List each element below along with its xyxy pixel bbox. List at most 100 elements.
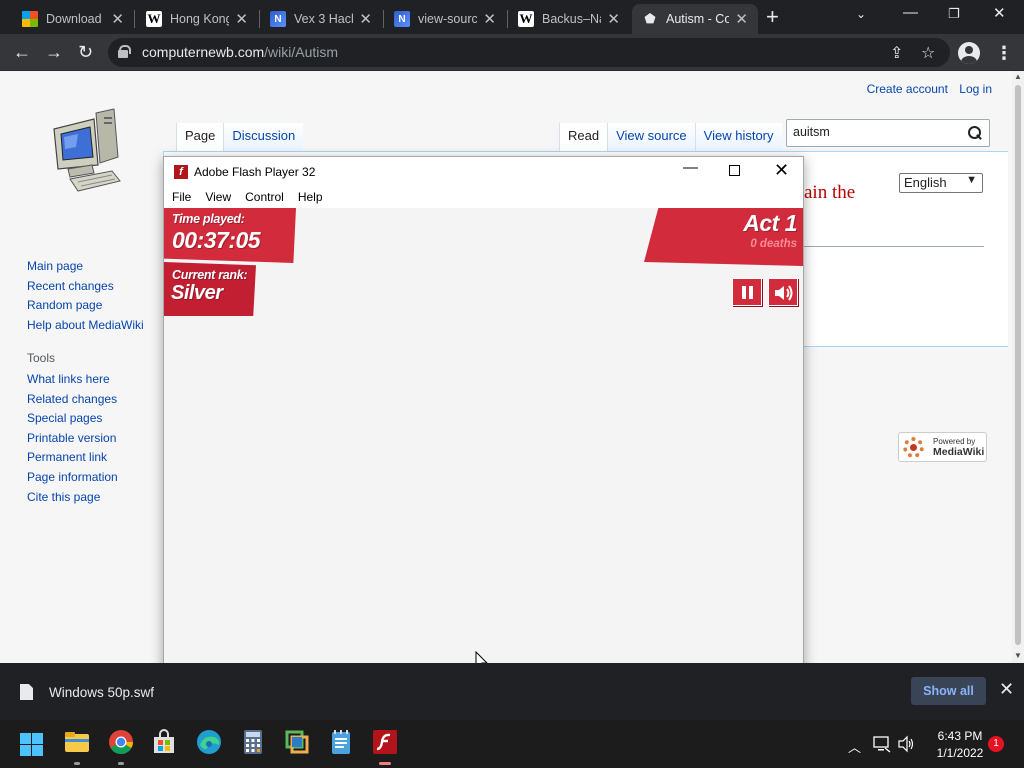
flash-logo-icon: f [174,165,188,179]
active-app-indicator [379,762,391,765]
sidebar-link[interactable]: Page information [27,468,118,488]
menu-view[interactable]: View [205,187,231,207]
time-played-banner: Time played: 00:37:05 [164,208,296,263]
sidebar-link[interactable]: Cite this page [27,488,118,508]
close-tab-icon[interactable]: ✕ [607,10,620,28]
tab-title: Download [46,12,102,26]
vmware-icon[interactable] [284,729,310,755]
chrome-icon[interactable] [108,729,134,755]
powered-by-text: Powered by [933,437,976,446]
sound-toggle-button[interactable] [768,278,798,306]
browser-tab-active[interactable]: ⬟ Autism - Co ✕ [632,4,758,34]
menu-help[interactable]: Help [298,187,323,207]
tab-title: view-source [418,12,478,26]
sidebar-link[interactable]: Recent changes [27,277,144,297]
flash-player-icon[interactable] [372,729,398,755]
volume-icon[interactable] [898,735,916,753]
browser-tab[interactable]: N Vex 3 Hacks ✕ [260,4,382,34]
chevron-up-icon[interactable]: ︿ [848,737,861,756]
tab-title: Vex 3 Hacks [294,12,353,26]
clock-time[interactable]: 6:43 PM [930,729,990,743]
more-menu-icon[interactable]: ⋮ [995,43,1013,63]
tab-read[interactable]: Read [559,123,608,151]
scroll-thumb[interactable] [1015,85,1021,645]
maximize-icon[interactable] [729,165,740,176]
edge-icon[interactable] [196,729,222,755]
browser-tab[interactable]: W Hong Kong ✕ [136,4,258,34]
close-icon[interactable]: ✕ [774,160,789,181]
browser-tab[interactable]: N view-source ✕ [384,4,506,34]
language-select[interactable]: English ▼ [899,173,983,193]
network-icon[interactable] [873,735,891,753]
browser-tab[interactable]: W Backus–Naur ✕ [508,4,630,34]
page-scrollbar[interactable]: ▲ ▼ [1012,71,1024,663]
browser-tab[interactable]: Download ✕ [12,4,134,34]
minimize-icon[interactable]: — [683,159,698,176]
sidebar-link[interactable]: Random page [27,296,144,316]
forward-arrow-icon[interactable]: → [45,41,63,63]
tab-discussion[interactable]: Discussion [223,123,304,151]
restore-icon[interactable]: ❐ [948,6,960,22]
windows-start-icon[interactable] [20,733,44,757]
new-tab-button[interactable]: + [766,6,779,28]
tab-view-source[interactable]: View source [607,123,695,151]
sidebar-link[interactable]: Permanent link [27,448,118,468]
url-text[interactable]: computernewb.com/wiki/Autism [142,44,338,60]
microsoft-store-icon[interactable] [151,729,177,755]
windows-logo-icon [22,11,38,27]
notification-badge[interactable]: 1 [988,736,1004,752]
powered-by-mediawiki-badge[interactable]: Powered by MediaWiki [898,432,987,462]
close-tab-icon[interactable]: ✕ [735,10,748,28]
menu-control[interactable]: Control [245,187,284,207]
close-tab-icon[interactable]: ✕ [359,10,372,28]
close-tab-icon[interactable]: ✕ [483,10,496,28]
clock-date[interactable]: 1/1/2022 [930,746,990,760]
minimize-icon[interactable]: — [903,4,918,21]
calculator-icon[interactable] [240,729,266,755]
log-in-link[interactable]: Log in [959,82,992,96]
scroll-up-icon[interactable]: ▲ [1014,72,1022,81]
share-icon[interactable]: ⇪ [890,43,903,63]
sidebar-link[interactable]: Main page [27,257,144,277]
create-account-link[interactable]: Create account [867,82,948,96]
notepad-icon[interactable] [328,729,354,755]
close-icon[interactable]: ✕ [999,679,1014,700]
search-icon[interactable] [968,126,982,140]
flash-player-window[interactable]: f Adobe Flash Player 32 — ✕ File View Co… [163,156,804,722]
sidebar-link[interactable]: Help about MediaWiki [27,316,144,336]
app-indicator [118,762,124,765]
flash-title-bar[interactable]: f Adobe Flash Player 32 — ✕ [164,157,803,187]
download-file-name[interactable]: Windows 50p.swf [49,685,154,700]
bookmark-star-icon[interactable]: ☆ [921,43,935,63]
flash-menu-bar: File View Control Help [164,187,803,207]
file-explorer-icon[interactable] [64,729,90,755]
sidebar-link[interactable]: What links here [27,370,118,390]
taskbar: ︿ 6:43 PM 1/1/2022 1 [0,720,1024,768]
tab-title: Autism - Co [666,12,730,26]
pause-button[interactable] [732,278,762,306]
lock-icon[interactable] [118,45,131,58]
sidebar-link[interactable]: Printable version [27,429,118,449]
profile-avatar-icon[interactable] [958,42,980,64]
show-all-button[interactable]: Show all [911,677,986,705]
close-window-icon[interactable]: ✕ [993,4,1006,22]
tab-search-icon[interactable]: ⌄ [856,7,866,21]
tab-page[interactable]: Page [176,123,224,151]
close-tab-icon[interactable]: ✕ [235,10,248,28]
rank-banner: Current rank: Silver [164,262,256,316]
sidebar-link[interactable]: Special pages [27,409,118,429]
game-stage[interactable]: Time played: 00:37:05 Current rank: Silv… [164,208,803,721]
search-box[interactable] [786,119,990,147]
site-logo[interactable] [48,107,128,197]
tab-view-history[interactable]: View history [694,123,782,151]
sidebar-link[interactable]: Related changes [27,390,118,410]
scroll-down-icon[interactable]: ▼ [1014,651,1022,660]
reload-icon[interactable]: ↻ [78,41,93,63]
act-label: Act 1 [743,210,797,236]
back-arrow-icon[interactable]: ← [13,41,31,63]
search-input[interactable] [793,125,963,139]
menu-file[interactable]: File [172,187,191,207]
file-icon [20,684,33,700]
address-bar[interactable]: computernewb.com/wiki/Autism ⇪ ☆ [108,38,950,67]
close-tab-icon[interactable]: ✕ [111,10,124,28]
